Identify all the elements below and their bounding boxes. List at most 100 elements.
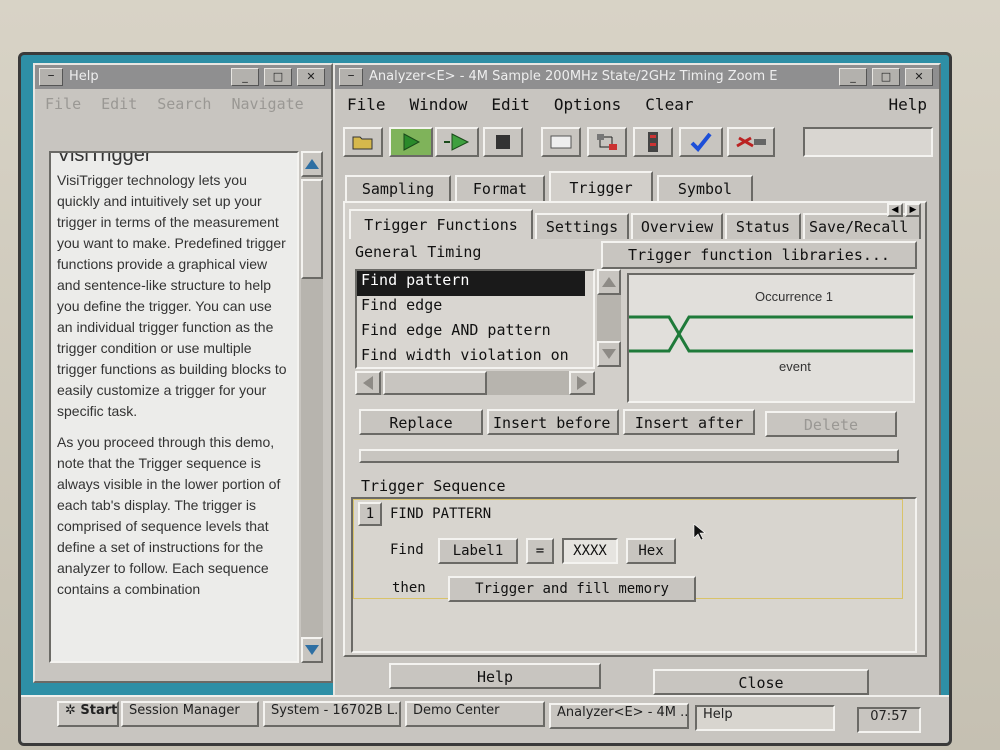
desktop: − Help _ □ ✕ File Edit Search Navigate V… <box>18 52 952 746</box>
trigger-action-button[interactable]: Trigger and fill memory <box>448 576 696 602</box>
tab-status[interactable]: Status <box>725 213 801 239</box>
analyzer-window-title: Analyzer<E> - 4M Sample 200MHz State/2GH… <box>369 69 778 84</box>
label-select-button[interactable]: Label1 <box>438 538 518 564</box>
list-item[interactable]: Find pattern <box>357 271 585 296</box>
trigger-functions-panel: General Timing Trigger function librarie… <box>349 239 921 489</box>
folder-icon <box>352 136 373 150</box>
taskbar-item-demo-center[interactable]: Demo Center <box>405 701 545 727</box>
taskbar-item-system[interactable]: System - 16702B L... <box>263 701 401 727</box>
tab-format[interactable]: Format <box>455 175 545 201</box>
tab-symbol[interactable]: Symbol <box>657 175 753 201</box>
run-button[interactable] <box>389 127 433 157</box>
replace-button[interactable]: Replace <box>359 409 483 435</box>
tab-sampling[interactable]: Sampling <box>345 175 451 201</box>
menu-file[interactable]: File <box>35 95 91 113</box>
network-button[interactable] <box>587 127 627 157</box>
network-icon <box>597 134 617 150</box>
tab-left-icon[interactable]: ◀ <box>887 203 903 217</box>
delete-button[interactable]: Delete <box>765 411 897 437</box>
module-icon <box>648 132 658 152</box>
close-window-button[interactable]: ✕ <box>297 68 325 86</box>
menu-window[interactable]: Window <box>398 95 480 114</box>
menu-options[interactable]: Options <box>542 95 633 114</box>
then-label: then <box>392 580 426 596</box>
scroll-down-button[interactable] <box>301 637 323 663</box>
minimize-button[interactable]: _ <box>231 68 259 86</box>
start-button[interactable]: ✲ Start <box>57 701 119 727</box>
analyzer-titlebar[interactable]: − Analyzer<E> - 4M Sample 200MHz State/2… <box>335 65 939 89</box>
taskbar-item-help[interactable]: Help <box>695 705 835 731</box>
help-titlebar[interactable]: − Help _ □ ✕ <box>35 65 331 89</box>
menu-edit[interactable]: Edit <box>91 95 147 113</box>
tools-icon <box>736 136 766 148</box>
sequence-level-number[interactable]: 1 <box>358 502 382 526</box>
window-menu-button[interactable]: − <box>39 68 63 86</box>
insert-after-button[interactable]: Insert after <box>623 409 755 435</box>
help-window-title: Help <box>69 69 99 84</box>
scroll-left-button[interactable] <box>355 371 381 395</box>
trigger-libraries-button[interactable]: Trigger function libraries... <box>601 241 917 269</box>
maximize-button[interactable]: □ <box>872 68 900 86</box>
close-button[interactable]: Close <box>653 669 869 695</box>
general-timing-label: General Timing <box>355 243 482 261</box>
toolbar <box>343 127 933 159</box>
scroll-thumb[interactable] <box>383 371 487 395</box>
open-button[interactable] <box>343 127 383 157</box>
tab-settings[interactable]: Settings <box>535 213 629 239</box>
menu-file[interactable]: File <box>335 95 398 114</box>
run-repetitive-button[interactable] <box>435 127 479 157</box>
base-select-button[interactable]: Hex <box>626 538 676 564</box>
check-button[interactable] <box>679 127 723 157</box>
menu-clear[interactable]: Clear <box>633 95 705 114</box>
function-preview: Occurrence 1 event <box>627 273 915 403</box>
check-icon <box>690 132 712 152</box>
tools-button[interactable] <box>727 127 775 157</box>
menu-help[interactable]: Help <box>876 95 939 114</box>
scroll-thumb[interactable] <box>301 179 323 279</box>
stop-button[interactable] <box>483 127 523 157</box>
function-list-hscrollbar[interactable] <box>355 371 595 395</box>
trigger-sequence-label: Trigger Sequence <box>361 477 506 495</box>
list-item[interactable]: Find width violation on <box>357 346 593 371</box>
function-list-scrollbar[interactable] <box>597 269 621 367</box>
close-window-button[interactable]: ✕ <box>905 68 933 86</box>
function-list[interactable]: Find pattern Find edge Find edge AND pat… <box>355 269 595 369</box>
splitter-bar[interactable] <box>359 449 899 463</box>
scroll-up-button[interactable] <box>597 269 621 295</box>
scroll-up-button[interactable] <box>301 151 323 177</box>
help-button[interactable]: Help <box>389 663 601 689</box>
monitor-bezel: − Help _ □ ✕ File Edit Search Navigate V… <box>0 0 1000 750</box>
insert-before-button[interactable]: Insert before <box>487 409 619 435</box>
taskbar-item-session-manager[interactable]: Session Manager <box>121 701 259 727</box>
taskbar-clock: 07:57 <box>857 707 921 733</box>
pattern-value-input[interactable]: XXXX <box>562 538 618 564</box>
trigger-sequence-area: 1 FIND PATTERN Find Label1 = XXXX Hex th… <box>351 497 917 653</box>
help-scrollbar[interactable] <box>301 151 323 663</box>
maximize-button[interactable]: □ <box>264 68 292 86</box>
blank-button[interactable] <box>541 127 581 157</box>
menu-edit[interactable]: Edit <box>479 95 542 114</box>
menu-navigate[interactable]: Navigate <box>221 95 313 113</box>
analyzer-menubar: File Window Edit Options Clear Help <box>335 89 939 119</box>
tab-overview[interactable]: Overview <box>631 213 723 239</box>
preview-event-label: event <box>779 359 811 374</box>
scroll-right-button[interactable] <box>569 371 595 395</box>
menu-search[interactable]: Search <box>147 95 221 113</box>
list-item[interactable]: Find edge AND pattern <box>357 321 593 346</box>
tab-trigger[interactable]: Trigger <box>549 171 653 201</box>
operator-button[interactable]: = <box>526 538 554 564</box>
analyzer-window: − Analyzer<E> - 4M Sample 200MHz State/2… <box>333 63 941 703</box>
tab-trigger-functions[interactable]: Trigger Functions <box>349 209 533 239</box>
list-item[interactable]: Find edge <box>357 296 593 321</box>
help-menubar: File Edit Search Navigate <box>35 89 331 119</box>
taskbar-item-analyzer[interactable]: Analyzer<E> - 4M ... <box>549 703 689 729</box>
sub-tabs: Trigger Functions Settings Overview Stat… <box>349 203 921 239</box>
tab-right-icon[interactable]: ▶ <box>905 203 921 217</box>
minimize-button[interactable]: _ <box>839 68 867 86</box>
scroll-down-button[interactable] <box>597 341 621 367</box>
help-window: − Help _ □ ✕ File Edit Search Navigate V… <box>33 63 333 683</box>
tab-scroll-arrows[interactable]: ◀ ▶ <box>887 203 921 217</box>
window-menu-button[interactable]: − <box>339 68 363 86</box>
module-button[interactable] <box>633 127 673 157</box>
help-paragraph: VisiTrigger technology lets you quickly … <box>57 172 287 419</box>
